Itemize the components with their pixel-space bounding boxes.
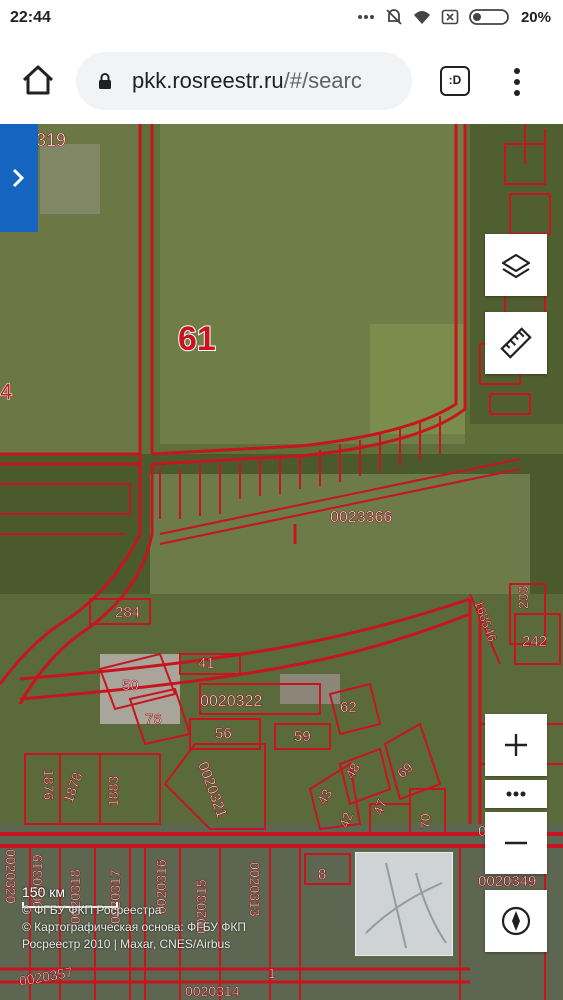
battery-icon xyxy=(469,9,509,25)
minimap-roads xyxy=(365,862,447,949)
label-56: 56 xyxy=(215,725,232,742)
browser-toolbar: pkk.rosreestr.ru/#/searc :D xyxy=(0,38,563,124)
chevron-right-icon xyxy=(12,168,25,188)
label-319: 319 xyxy=(36,130,66,150)
map-attribution: © ФГБУ ФКП Росреестра © Картографическая… xyxy=(22,902,342,953)
lock-icon xyxy=(99,73,111,89)
label-70: 70 xyxy=(417,813,433,829)
url-path: /#/searc xyxy=(283,68,362,93)
overflow-menu-icon[interactable] xyxy=(510,64,524,100)
label-1883: 1883 xyxy=(105,776,121,807)
label-1: 1 xyxy=(268,965,276,981)
attribution-line: © ФГБУ ФКП Росреестра xyxy=(22,903,162,917)
layers-button[interactable] xyxy=(485,234,547,296)
attribution-line: Росреестр 2010 | Maxar, CNES/Airbus xyxy=(22,937,231,951)
label-62: 62 xyxy=(340,699,357,716)
map-canvas[interactable]: 61 319 4 0023366 284 233 242 168546 41 5… xyxy=(0,124,563,1000)
label-0020314: 0020314 xyxy=(185,983,240,999)
zoom-more-button[interactable] xyxy=(485,780,547,808)
compass-icon xyxy=(501,906,531,936)
label-242: 242 xyxy=(522,633,547,650)
tabs-button[interactable]: :D xyxy=(440,66,470,96)
clock: 22:44 xyxy=(10,9,51,26)
measure-button[interactable] xyxy=(485,312,547,374)
home-icon[interactable] xyxy=(20,62,56,98)
ruler-icon xyxy=(500,327,532,359)
cadastral-map[interactable]: 61 319 4 0023366 284 233 242 168546 41 5… xyxy=(0,124,563,1000)
label-0020320: 0020320 xyxy=(3,849,19,904)
plus-icon xyxy=(505,734,527,756)
label-41: 41 xyxy=(198,655,215,672)
label-284: 284 xyxy=(115,604,140,621)
url-host: pkk.rosreestr.ru xyxy=(132,68,284,93)
zoom-in-button[interactable] xyxy=(485,714,547,776)
layers-icon xyxy=(501,253,531,279)
address-bar[interactable]: pkk.rosreestr.ru/#/searc xyxy=(76,52,412,110)
settlement-patch xyxy=(40,144,100,214)
more-dots-icon xyxy=(506,791,526,797)
more-icon xyxy=(357,15,374,19)
label-4: 4 xyxy=(0,379,12,404)
zoom-out-button[interactable] xyxy=(485,812,547,874)
minus-icon xyxy=(505,841,527,845)
label-0020349: 0020349 xyxy=(478,873,536,890)
wifi-icon xyxy=(413,11,430,24)
sidebar-toggle-button[interactable] xyxy=(0,124,38,232)
label-field-61: 61 xyxy=(178,320,216,358)
battery-percent: 20% xyxy=(520,8,551,26)
label-8: 8 xyxy=(318,866,326,883)
compass-button[interactable] xyxy=(485,890,547,952)
map-scale: 150 км xyxy=(22,884,118,908)
status-bar: 22:44 20% xyxy=(0,0,563,38)
overview-minimap[interactable] xyxy=(355,852,453,956)
close-box-icon xyxy=(441,9,459,25)
label-1876: 1876 xyxy=(41,769,57,800)
attribution-line: © Картографическая основа: ФГБУ ФКП xyxy=(22,920,247,934)
mute-icon xyxy=(386,9,402,25)
status-icons: 20% xyxy=(357,8,551,26)
label-0023366: 0023366 xyxy=(330,509,392,526)
label-0020322: 0020322 xyxy=(200,693,262,710)
label-233: 233 xyxy=(515,585,531,609)
scale-label: 150 км xyxy=(22,884,65,900)
url-text: pkk.rosreestr.ru/#/searc xyxy=(132,68,404,94)
label-59: 59 xyxy=(294,728,311,745)
label-76: 76 xyxy=(145,711,162,728)
label-50: 50 xyxy=(122,677,139,694)
label-0020319: 0020319 xyxy=(29,854,45,909)
